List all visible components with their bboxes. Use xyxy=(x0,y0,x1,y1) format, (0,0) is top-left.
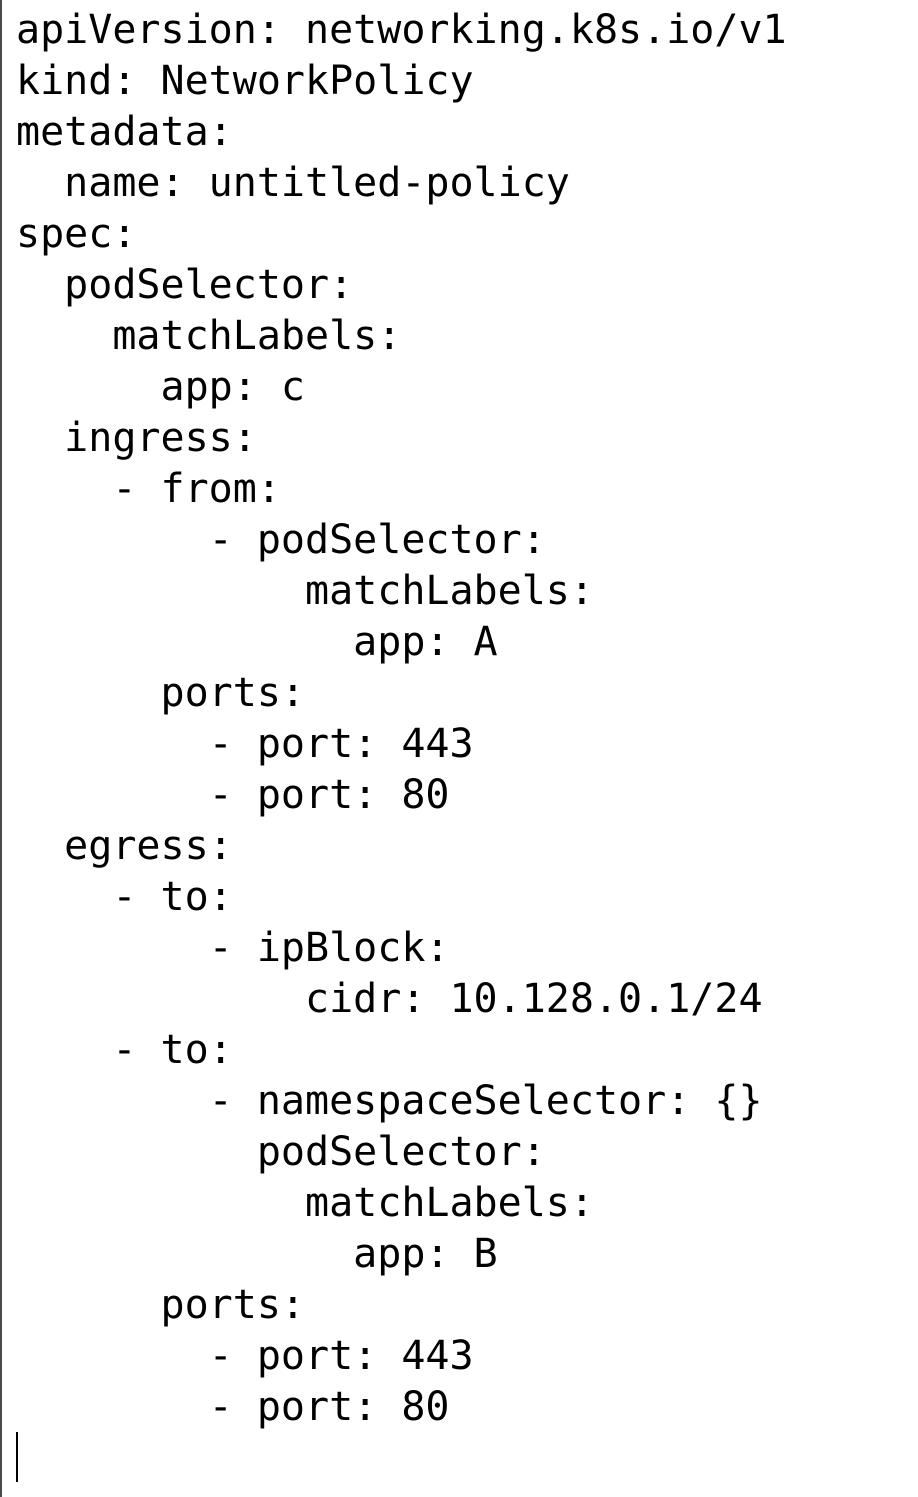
text-cursor xyxy=(16,1432,18,1482)
code-line: app: B xyxy=(16,1231,498,1277)
code-line: - port: 443 xyxy=(16,721,474,767)
code-line: app: c xyxy=(16,364,305,410)
code-line: matchLabels: xyxy=(16,568,594,614)
code-content[interactable]: apiVersion: networking.k8s.io/v1 kind: N… xyxy=(16,5,787,1433)
code-line: apiVersion: networking.k8s.io/v1 xyxy=(16,7,787,53)
code-line: - port: 80 xyxy=(16,1384,450,1430)
code-line: name: untitled-policy xyxy=(16,160,570,206)
code-line: app: A xyxy=(16,619,498,665)
code-line: metadata: xyxy=(16,109,233,155)
code-line: - port: 443 xyxy=(16,1333,474,1379)
code-line: - ipBlock: xyxy=(16,925,450,971)
code-line: cidr: 10.128.0.1/24 xyxy=(16,976,763,1022)
code-line: podSelector: xyxy=(16,262,354,308)
code-line: - port: 80 xyxy=(16,772,450,818)
code-line: - namespaceSelector: {} xyxy=(16,1078,763,1124)
code-line: spec: xyxy=(16,211,137,257)
code-line: ports: xyxy=(16,1282,305,1328)
text-editor[interactable]: apiVersion: networking.k8s.io/v1 kind: N… xyxy=(0,0,918,1497)
code-line: ingress: xyxy=(16,415,257,461)
code-line: kind: NetworkPolicy xyxy=(16,58,474,104)
code-line: matchLabels: xyxy=(16,313,402,359)
code-line: podSelector: xyxy=(16,1129,546,1175)
code-line: egress: xyxy=(16,823,233,869)
code-line: ports: xyxy=(16,670,305,716)
code-line: - to: xyxy=(16,1027,233,1073)
code-line: - from: xyxy=(16,466,281,512)
code-line: matchLabels: xyxy=(16,1180,594,1226)
code-line: - podSelector: xyxy=(16,517,546,563)
code-line: - to: xyxy=(16,874,233,920)
